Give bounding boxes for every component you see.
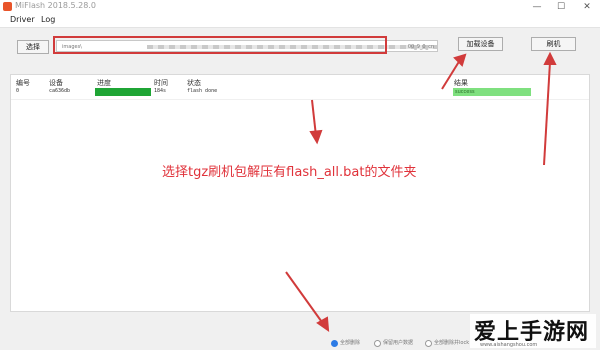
radio-label: 全部删除并lock [434,340,470,346]
arrow-to-load [441,59,461,90]
radio-button-icon[interactable] [331,340,338,347]
arrow-head-table [309,129,323,145]
watermark-url: www.aishangshou.com [480,342,538,348]
radio-button-icon[interactable] [425,340,432,347]
arrow-head-flash [543,51,557,65]
radio-label: 保留用户数据 [383,340,414,346]
radio-button-icon[interactable] [374,340,381,347]
annotation-arrows [285,51,557,333]
arrow-head-load [453,53,467,67]
arrow-to-radio [285,271,325,326]
radio-label: 全部删除 [340,340,361,346]
arrow-to-flash [543,61,551,166]
